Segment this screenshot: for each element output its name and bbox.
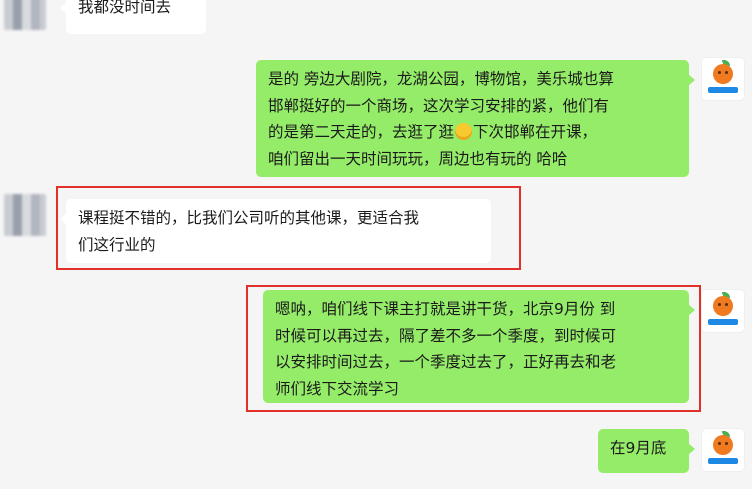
logo-eye (718, 71, 721, 74)
logo-eye (718, 442, 721, 445)
message-line: 的是第二天走的，去逛了逛 下次邯郸在开课， (268, 119, 677, 146)
grinning-emoji-icon (455, 123, 473, 140)
message-bubble-outgoing: 是的 旁边大剧院，龙湖公园，博物馆，美乐城也算 邯郸挺好的一个商场，这次学习安排… (256, 60, 695, 177)
highlight-box (246, 285, 701, 412)
message-line-part: 的是第二天走的，去逛了逛 (268, 123, 455, 141)
contact-avatar[interactable] (4, 194, 46, 236)
contact-avatar[interactable] (4, 0, 46, 30)
logo-eye (725, 442, 728, 445)
brand-logo-strip (708, 87, 738, 93)
self-avatar[interactable] (702, 429, 744, 471)
orange-logo-icon (713, 296, 733, 316)
message-text: 我都没时间去 (78, 0, 172, 16)
message-bubble-outgoing: 在9月底 (598, 429, 695, 473)
logo-eye (725, 303, 728, 306)
message-line: 邯郸挺好的一个商场，这次学习安排的紧，他们有 (268, 96, 610, 115)
message-text: 在9月底 (610, 439, 667, 457)
logo-eye (718, 303, 721, 306)
message-line-part: 下次邯郸在开课， (473, 123, 598, 141)
message-line: 是的 旁边大剧院，龙湖公园，博物馆，美乐城也算 (268, 70, 614, 88)
message-line: 咱们留出一天时间玩玩，周边也有玩的 哈哈 (268, 149, 568, 168)
self-avatar[interactable] (702, 58, 744, 100)
brand-logo-strip (708, 319, 738, 325)
brand-logo-strip (708, 458, 738, 464)
orange-logo-icon (713, 435, 733, 455)
self-avatar[interactable] (702, 290, 744, 332)
message-bubble-incoming: 我都没时间去 (60, 0, 206, 34)
highlight-box (56, 186, 521, 270)
orange-logo-icon (713, 64, 733, 84)
logo-eye (725, 71, 728, 74)
